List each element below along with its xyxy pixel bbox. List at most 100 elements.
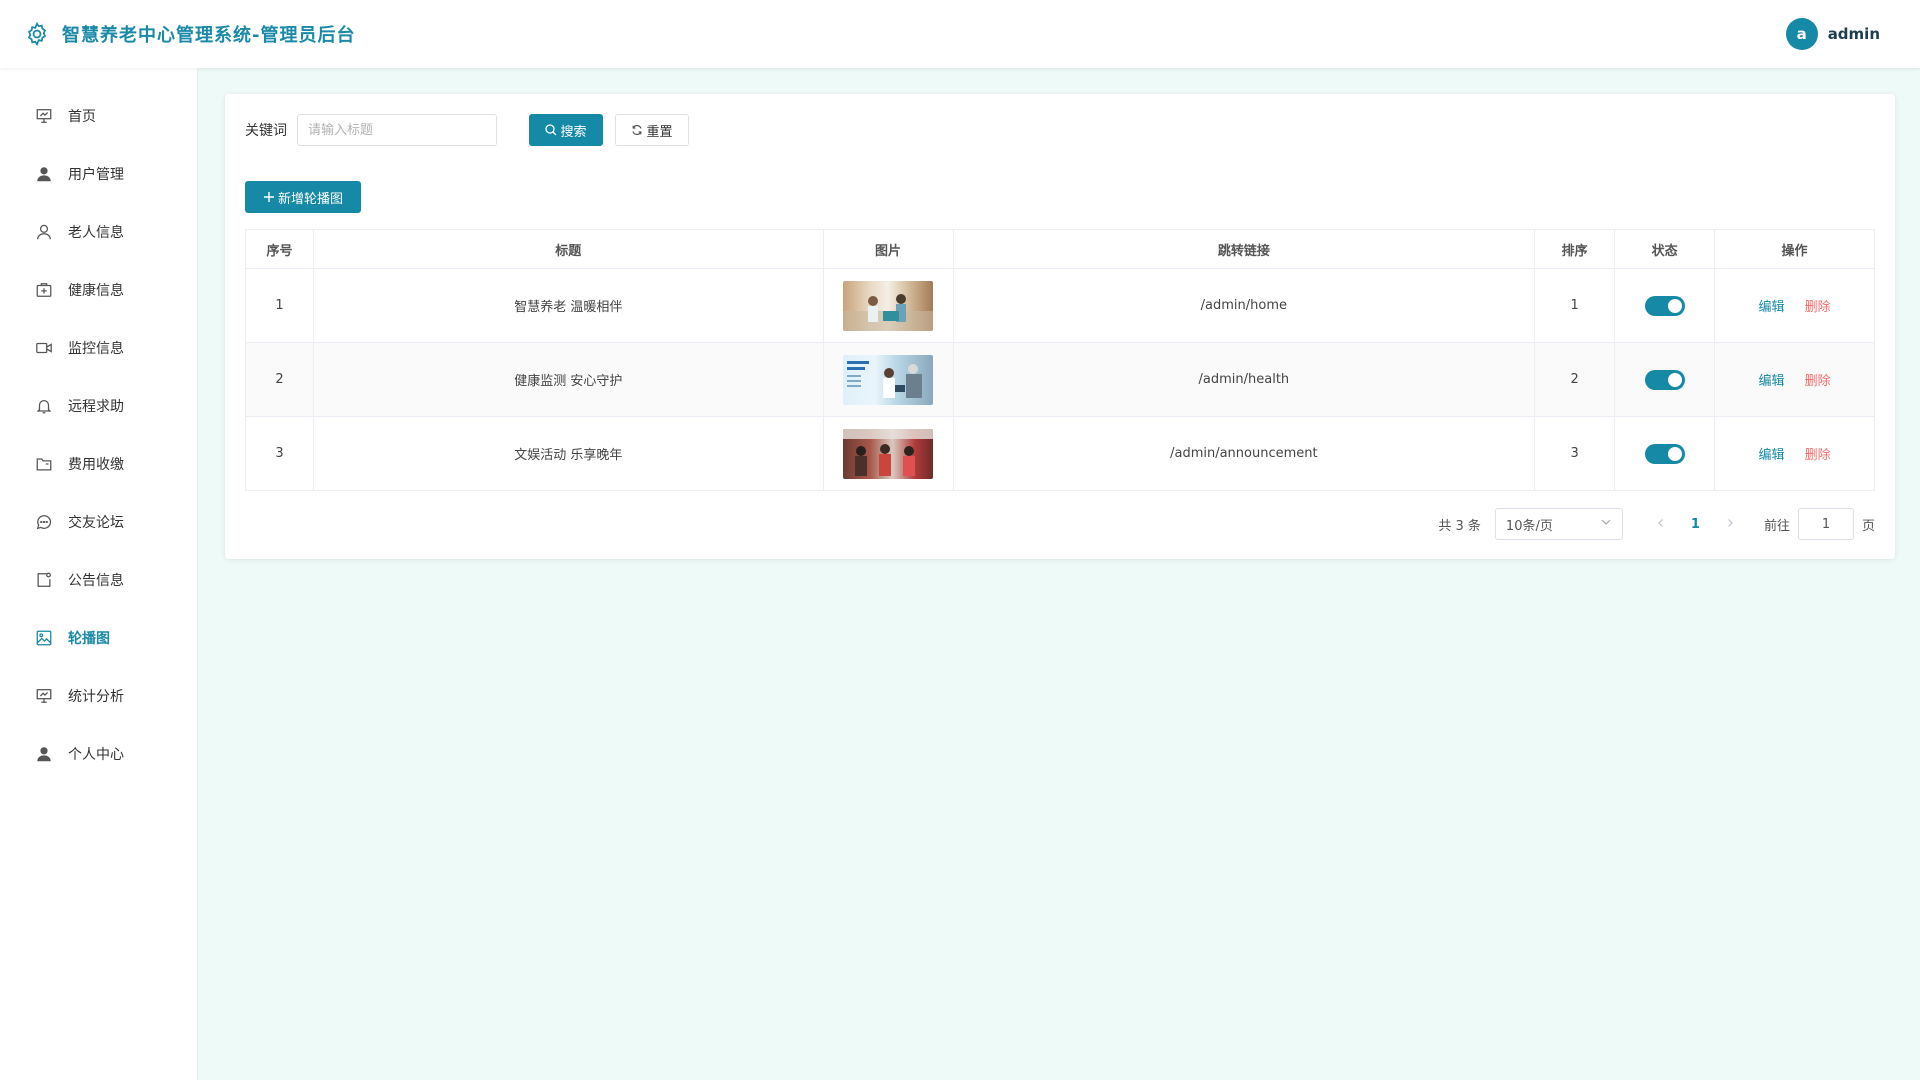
plus-icon	[263, 191, 275, 203]
row-sort: 1	[1534, 268, 1616, 343]
reset-button[interactable]: 重置	[615, 114, 689, 146]
toggle-knob	[1667, 372, 1682, 387]
content-card: 关键词 搜索 重置 新增轮播图 序号 标题 图片	[225, 94, 1895, 559]
column-header: 排序	[1534, 229, 1616, 269]
sidebar-item-label: 交友论坛	[68, 515, 124, 531]
prev-page-button[interactable]	[1651, 517, 1671, 532]
column-header: 标题	[312, 229, 824, 269]
sidebar-item-fees[interactable]: 费用收缴	[0, 436, 198, 492]
table-header-row: 序号 标题 图片 跳转链接 排序 状态 操作	[245, 229, 1875, 269]
sidebar-item-stats[interactable]: 统计分析	[0, 668, 198, 724]
sidebar-item-users[interactable]: 用户管理	[0, 146, 198, 202]
table-row: 1 智慧养老 温暖相伴 /admin/home 1 编辑 删除	[245, 268, 1875, 343]
user-icon	[34, 164, 54, 184]
carousel-thumbnail[interactable]	[843, 280, 934, 331]
user-menu[interactable]: a admin	[1785, 18, 1880, 50]
pagination: 共 3 条 10条/页 1 前往 页	[1438, 508, 1875, 540]
search-button-label: 搜索	[560, 124, 587, 140]
gear-icon	[24, 21, 50, 47]
sidebar-item-profile[interactable]: 个人中心	[0, 726, 198, 782]
sidebar-item-label: 费用收缴	[68, 457, 124, 473]
edit-link[interactable]: 编辑	[1758, 300, 1784, 315]
row-image-cell	[822, 268, 954, 343]
toggle-knob	[1667, 298, 1682, 313]
sidebar-item-label: 监控信息	[68, 341, 124, 357]
refresh-icon	[631, 124, 643, 136]
search-bar: 关键词 搜索 重置	[245, 114, 689, 146]
column-header: 图片	[822, 229, 954, 269]
sidebar-item-monitor[interactable]: 监控信息	[0, 320, 198, 376]
delete-link[interactable]: 删除	[1805, 448, 1831, 463]
row-title: 文娱活动 乐享晚年	[312, 416, 824, 491]
table-row: 3 文娱活动 乐享晚年 /admin/announcement 3 编辑 删除	[245, 416, 1875, 491]
edit-link[interactable]: 编辑	[1758, 374, 1784, 389]
delete-link[interactable]: 删除	[1805, 300, 1831, 315]
goto-page-input[interactable]	[1797, 508, 1854, 540]
video-camera-icon	[34, 338, 54, 358]
status-toggle[interactable]	[1644, 295, 1685, 316]
page-number-1[interactable]: 1	[1691, 517, 1700, 532]
search-button[interactable]: 搜索	[529, 114, 603, 146]
picture-icon	[34, 628, 54, 648]
row-status-cell	[1614, 416, 1716, 491]
sidebar-item-label: 统计分析	[68, 689, 124, 705]
sidebar-item-notice[interactable]: 公告信息	[0, 552, 198, 608]
sidebar: 首页 用户管理 老人信息 健康信息 监控信息 远程求助 费用收缴 交友论坛 公告…	[0, 68, 198, 1080]
sidebar-item-label: 远程求助	[68, 399, 124, 415]
top-header: 智慧养老中心管理系统-管理员后台 a admin	[0, 0, 1920, 68]
row-sort: 2	[1534, 342, 1616, 417]
carousel-table: 序号 标题 图片 跳转链接 排序 状态 操作 1 智慧养老 温暖相伴 /admi…	[245, 229, 1875, 491]
page-size-value: 10条/页	[1505, 518, 1553, 534]
notice-icon	[34, 570, 54, 590]
sidebar-item-health[interactable]: 健康信息	[0, 262, 198, 318]
sidebar-item-carousel[interactable]: 轮播图	[0, 610, 198, 666]
next-page-button[interactable]	[1720, 517, 1740, 532]
user-outline-icon	[34, 222, 54, 242]
carousel-thumbnail[interactable]	[843, 354, 934, 405]
row-link: /admin/announcement	[952, 416, 1536, 491]
row-title: 智慧养老 温暖相伴	[312, 268, 824, 343]
page-size-select[interactable]: 10条/页	[1494, 508, 1623, 540]
sidebar-item-label: 健康信息	[68, 283, 124, 299]
row-actions: 编辑 删除	[1714, 416, 1875, 491]
row-status-cell	[1614, 342, 1716, 417]
avatar[interactable]: a	[1785, 18, 1818, 50]
add-button-label: 新增轮播图	[277, 191, 343, 207]
sidebar-item-label: 首页	[68, 109, 96, 125]
status-toggle[interactable]	[1644, 369, 1685, 390]
sidebar-item-label: 用户管理	[68, 167, 124, 183]
bell-icon	[34, 396, 54, 416]
sidebar-item-label: 公告信息	[68, 573, 124, 589]
sidebar-item-help[interactable]: 远程求助	[0, 378, 198, 434]
search-input[interactable]	[297, 114, 497, 146]
column-header: 操作	[1714, 229, 1875, 269]
row-link: /admin/home	[952, 268, 1536, 343]
edit-link[interactable]: 编辑	[1758, 448, 1784, 463]
add-carousel-button[interactable]: 新增轮播图	[245, 181, 361, 213]
goto-label: 前往	[1763, 518, 1790, 534]
presentation-icon	[34, 106, 54, 126]
sidebar-item-home[interactable]: 首页	[0, 88, 198, 144]
delete-link[interactable]: 删除	[1805, 374, 1831, 389]
row-actions: 编辑 删除	[1714, 268, 1875, 343]
user-icon	[34, 744, 54, 764]
first-aid-kit-icon	[34, 280, 54, 300]
status-toggle[interactable]	[1644, 443, 1685, 464]
row-index: 2	[245, 342, 314, 417]
reset-button-label: 重置	[646, 124, 673, 140]
column-header: 状态	[1614, 229, 1716, 269]
table-row: 2 健康监测 安心守护 /admin/health 2 编辑 删除	[245, 342, 1875, 417]
chevron-down-icon	[1600, 516, 1612, 532]
column-header: 跳转链接	[952, 229, 1536, 269]
sidebar-item-label: 个人中心	[68, 747, 124, 763]
row-actions: 编辑 删除	[1714, 342, 1875, 417]
sidebar-item-forum[interactable]: 交友论坛	[0, 494, 198, 550]
sidebar-item-elderly[interactable]: 老人信息	[0, 204, 198, 260]
folder-icon	[34, 454, 54, 474]
total-count: 共 3 条	[1438, 518, 1481, 534]
username[interactable]: admin	[1828, 25, 1880, 43]
row-index: 3	[245, 416, 314, 491]
row-status-cell	[1614, 268, 1716, 343]
carousel-thumbnail[interactable]	[843, 428, 934, 479]
search-icon	[545, 124, 557, 136]
